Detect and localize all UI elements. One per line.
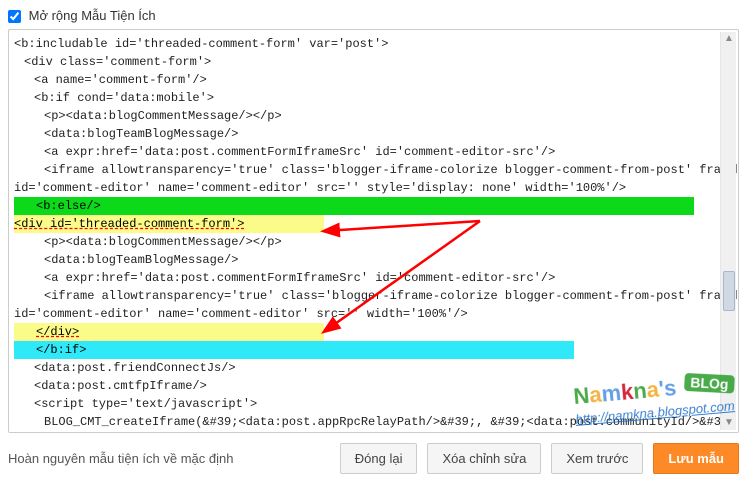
- save-template-button[interactable]: Lưu mẫu: [653, 443, 739, 474]
- code-line: <p><data:blogCommentMessage/></p>: [12, 233, 735, 251]
- scroll-up-icon[interactable]: ▲: [724, 34, 734, 44]
- code-line: <data:post.friendConnectJs/>: [12, 359, 735, 377]
- code-line: <data:blogTeamBlogMessage/>: [12, 125, 735, 143]
- code-line: <a expr:href='data:post.commentFormIfram…: [12, 269, 735, 287]
- template-code-editor[interactable]: <b:includable id='threaded-comment-form'…: [10, 31, 737, 431]
- code-line: <p><data:blogCommentMessage/></p>: [12, 107, 735, 125]
- template-editor-container: <b:includable id='threaded-comment-form'…: [8, 29, 739, 433]
- code-line-highlight-cyan: </b:if>: [12, 341, 735, 359]
- code-line: id='comment-editor' name='comment-editor…: [12, 179, 735, 197]
- code-line: <script type='text/javascript'>: [12, 395, 735, 413]
- scroll-thumb[interactable]: [723, 271, 735, 311]
- expand-widget-checkbox-row: Mở rộng Mẫu Tiện Ích: [8, 8, 739, 23]
- code-line: <div class='comment-form'>: [12, 53, 735, 71]
- clear-edits-button[interactable]: Xóa chỉnh sửa: [427, 443, 541, 474]
- expand-widget-label: Mở rộng Mẫu Tiện Ích: [29, 8, 156, 23]
- code-line-highlight-yellow: <div id='threaded-comment-form'>: [12, 215, 735, 233]
- code-line: <b:includable id='threaded-comment-form'…: [12, 35, 735, 53]
- editor-scrollbar[interactable]: ▲ ▼: [720, 32, 736, 430]
- code-line: <data:blogTeamBlogMessage/>: [12, 251, 735, 269]
- code-line-highlight-yellow: </div>: [12, 323, 735, 341]
- code-line: <data:post.cmtfpIframe/>: [12, 377, 735, 395]
- code-line: <iframe allowtransparency='true' class='…: [12, 161, 735, 179]
- code-line: id='comment-editor' name='comment-editor…: [12, 305, 735, 323]
- code-line: <b:if cond='data:mobile'>: [12, 89, 735, 107]
- close-button[interactable]: Đóng lại: [340, 443, 418, 474]
- preview-button[interactable]: Xem trước: [551, 443, 643, 474]
- expand-widget-checkbox[interactable]: [8, 10, 21, 23]
- code-line: <iframe allowtransparency='true' class='…: [12, 287, 735, 305]
- revert-template-link[interactable]: Hoàn nguyên mẫu tiện ích về mặc định: [8, 451, 233, 466]
- code-line: <a name='comment-form'/>: [12, 71, 735, 89]
- code-line-highlight-green: <b:else/>: [12, 197, 735, 215]
- footer-bar: Hoàn nguyên mẫu tiện ích về mặc định Đón…: [8, 443, 739, 474]
- code-line: BLOG_CMT_createIframe(&#39;<data:post.ap…: [12, 413, 735, 431]
- scroll-down-icon[interactable]: ▼: [724, 418, 734, 428]
- code-line: <a expr:href='data:post.commentFormIfram…: [12, 143, 735, 161]
